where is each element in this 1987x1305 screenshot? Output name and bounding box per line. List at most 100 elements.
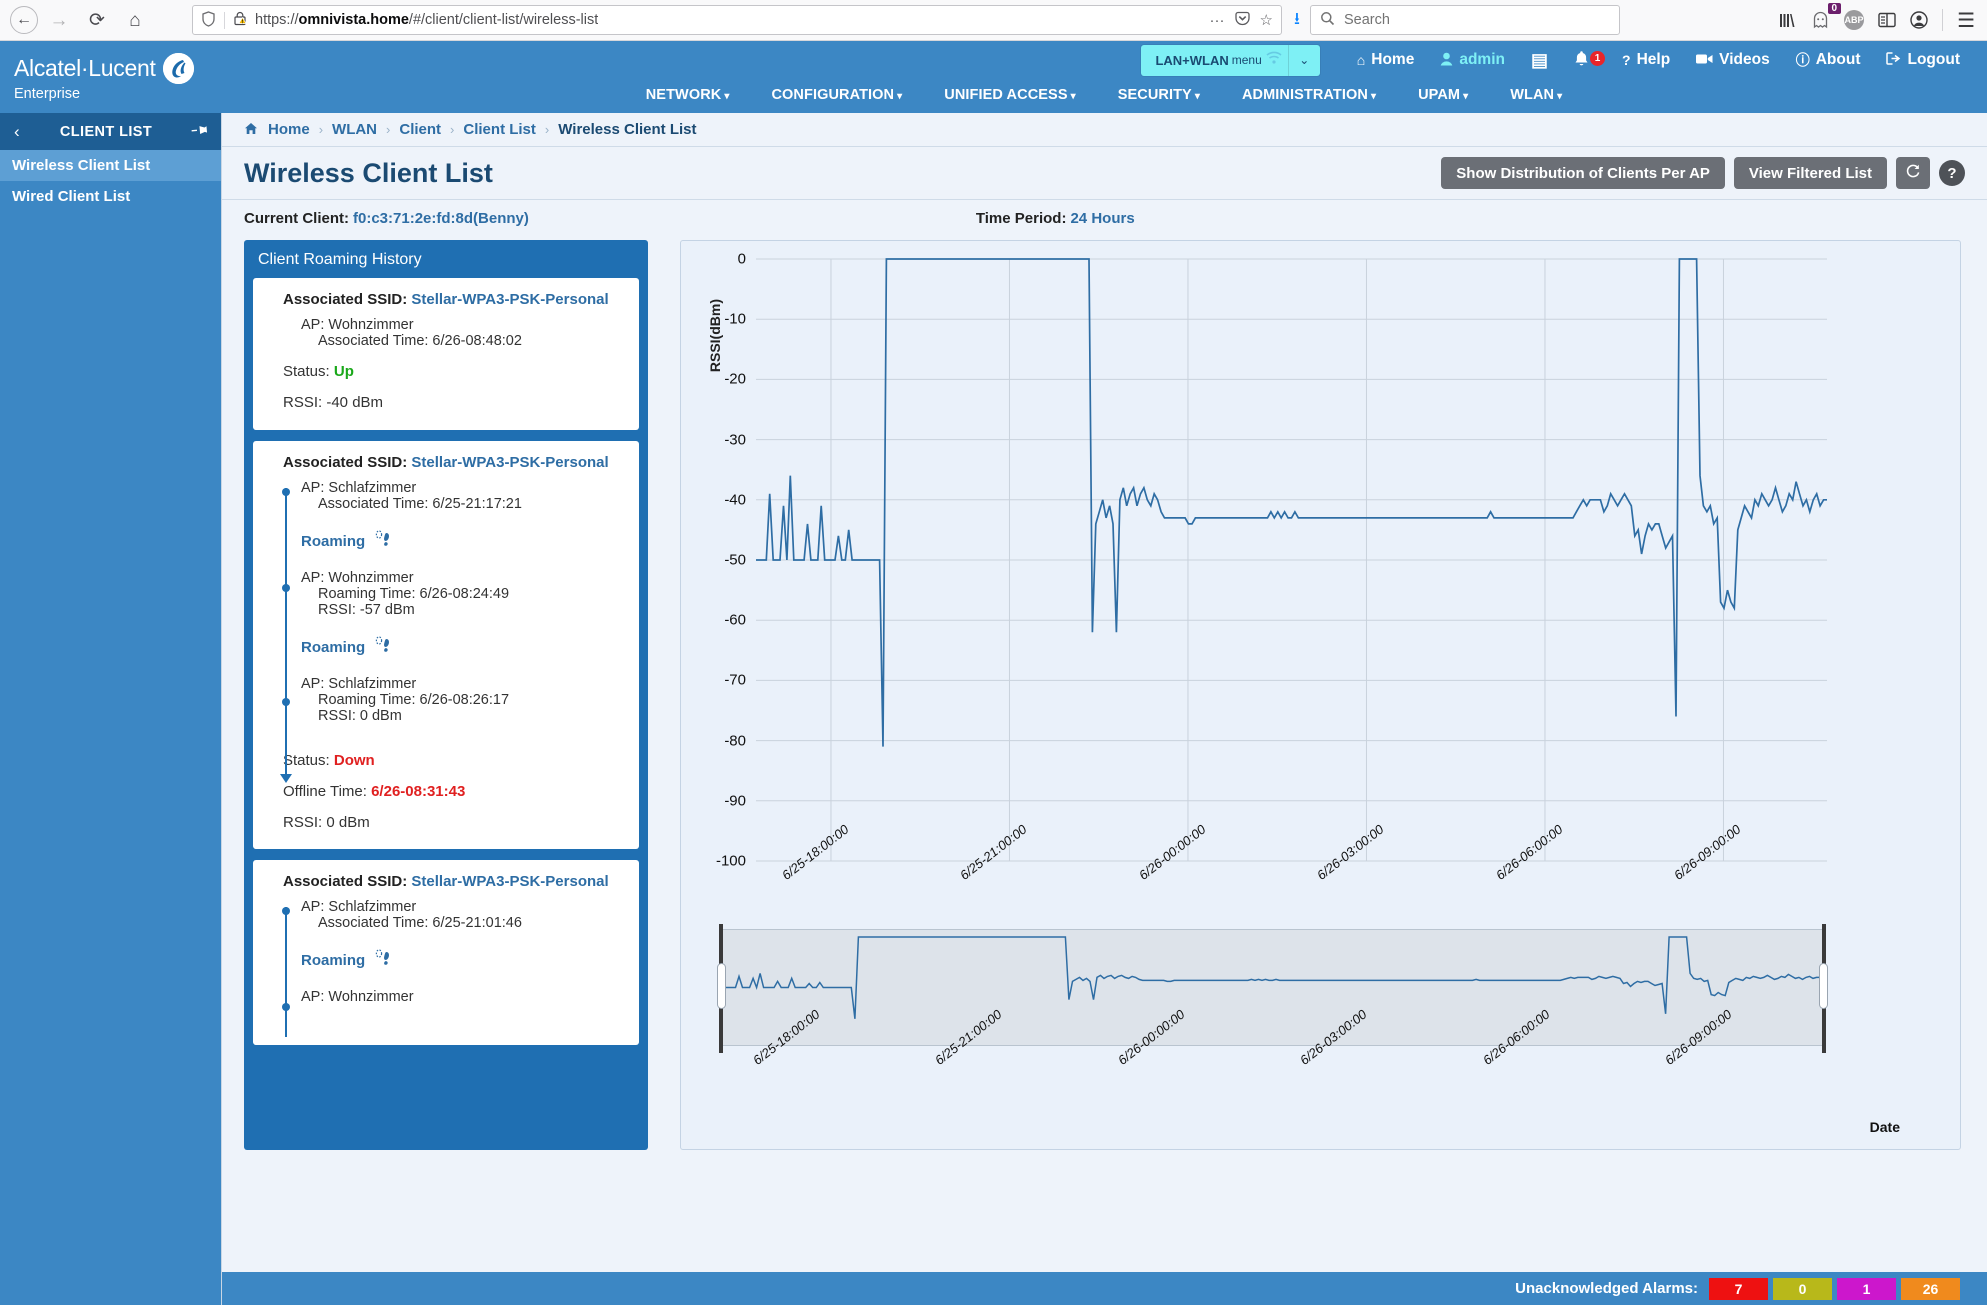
- header-link-about-label: About: [1816, 51, 1861, 69]
- brand-mark-icon: [163, 53, 194, 84]
- browser-forward-icon[interactable]: →: [42, 3, 76, 37]
- current-client-value[interactable]: f0:c3:71:2e:fd:8d(Benny): [353, 210, 529, 227]
- ssid-value[interactable]: Stellar-WPA3-PSK-Personal: [411, 291, 608, 308]
- nav-upam-label: UPAM: [1418, 87, 1460, 103]
- ssid-label: Associated SSID:: [283, 873, 407, 890]
- time-period-value[interactable]: 24 Hours: [1070, 210, 1134, 227]
- context-switcher[interactable]: LAN+WLAN menu ⌄: [1141, 45, 1319, 76]
- browser-toolbar: ← → ⟳ ⌂ https://omnivista.home/#/client/…: [0, 0, 1987, 41]
- ssid-value[interactable]: Stellar-WPA3-PSK-Personal: [411, 454, 608, 471]
- brand-logo[interactable]: Alcatel·Lucent Enterprise: [0, 41, 221, 113]
- chart-x-axis-label: Date: [1870, 1119, 1900, 1135]
- video-icon: [1696, 52, 1713, 68]
- event-ap: AP: Wohnzimmer: [301, 317, 623, 333]
- chevron-down-icon[interactable]: ⌄: [1288, 45, 1320, 76]
- card-status: Status: Down: [269, 752, 623, 769]
- header-link-logout[interactable]: Logout: [1873, 51, 1973, 69]
- context-switcher-label: LAN+WLAN: [1155, 53, 1228, 68]
- header-link-admin-label: admin: [1459, 51, 1505, 69]
- header-link-logout-label: Logout: [1907, 51, 1960, 69]
- ghost-badge: 0: [1828, 3, 1842, 14]
- url-host: omnivista.home: [299, 12, 409, 28]
- breadcrumb-client-list[interactable]: Client List: [463, 121, 536, 138]
- roaming-card: Associated SSID: Stellar-WPA3-PSK-Person…: [253, 278, 639, 430]
- header-link-help-label: Help: [1637, 51, 1671, 69]
- pocket-icon[interactable]: [1234, 10, 1251, 31]
- browser-reload-icon[interactable]: ⟳: [80, 3, 114, 37]
- downloads-icon[interactable]: ⭳: [1294, 6, 1300, 35]
- nav-upam[interactable]: UPAM▾: [1397, 87, 1489, 103]
- header-link-home-label: Home: [1371, 51, 1414, 69]
- alarm-chip-warning[interactable]: 26: [1901, 1278, 1960, 1300]
- help-button[interactable]: ?: [1939, 160, 1965, 186]
- alarm-chip-critical[interactable]: 7: [1709, 1278, 1768, 1300]
- timeline-dot: [282, 584, 290, 592]
- navigator-left-handle[interactable]: [717, 963, 726, 1009]
- roaming-event: AP: Wohnzimmer Associated Time: 6/26-08:…: [269, 317, 623, 349]
- view-filtered-list-button[interactable]: View Filtered List: [1734, 157, 1887, 189]
- roaming-transition[interactable]: Roaming: [269, 635, 623, 659]
- alarm-chip-major[interactable]: 0: [1773, 1278, 1832, 1300]
- event-time: Roaming Time: 6/26-08:26:17: [301, 692, 623, 708]
- show-distribution-button[interactable]: Show Distribution of Clients Per AP: [1441, 157, 1725, 189]
- nav-unified-access[interactable]: UNIFIED ACCESS ▾: [923, 87, 1096, 103]
- address-bar[interactable]: https://omnivista.home/#/client/client-l…: [192, 5, 1282, 35]
- bookmark-star-icon[interactable]: ☆: [1260, 11, 1273, 29]
- nav-configuration[interactable]: CONFIGURATION▾: [750, 87, 923, 103]
- home-icon: [244, 122, 258, 138]
- roaming-transition[interactable]: Roaming: [269, 948, 623, 972]
- header-link-alerts[interactable]: 1: [1561, 50, 1609, 70]
- sidebar-item-wired-client-list[interactable]: Wired Client List: [0, 181, 221, 212]
- reader-view-icon[interactable]: [1878, 12, 1896, 28]
- nav-security[interactable]: SECURITY▾: [1097, 87, 1221, 103]
- card-rssi: RSSI: -40 dBm: [269, 394, 623, 411]
- nav-network[interactable]: NETWORK▾: [625, 87, 751, 103]
- nav-unified-access-label: UNIFIED ACCESS: [944, 87, 1067, 103]
- offline-value: 6/26-08:31:43: [371, 783, 465, 800]
- list-icon: ▤: [1531, 50, 1548, 71]
- event-time: Associated Time: 6/25-21:01:46: [301, 915, 623, 931]
- account-icon[interactable]: [1910, 11, 1928, 29]
- ssid-value[interactable]: Stellar-WPA3-PSK-Personal: [411, 873, 608, 890]
- header-link-help[interactable]: ? Help: [1609, 51, 1683, 69]
- status-label: Status:: [283, 752, 330, 769]
- page-actions-icon[interactable]: ···: [1210, 12, 1225, 29]
- tracking-shield-icon[interactable]: [201, 11, 216, 30]
- roaming-card-ssid: Associated SSID: Stellar-WPA3-PSK-Person…: [269, 291, 623, 308]
- navigator-right-handle[interactable]: [1819, 963, 1828, 1009]
- insecure-lock-icon[interactable]: [233, 11, 247, 29]
- header-link-videos-label: Videos: [1719, 51, 1770, 69]
- breadcrumb-client[interactable]: Client: [399, 121, 441, 138]
- refresh-button[interactable]: [1896, 157, 1930, 189]
- roaming-cards-scroll[interactable]: Associated SSID: Stellar-WPA3-PSK-Person…: [244, 278, 648, 1150]
- nav-wlan[interactable]: WLAN▾: [1489, 87, 1583, 103]
- footprints-icon: [374, 948, 391, 972]
- hamburger-menu-icon[interactable]: ☰: [1957, 8, 1975, 33]
- app-header: Alcatel·Lucent Enterprise LAN+WLAN menu …: [0, 41, 1987, 113]
- library-icon[interactable]: [1779, 12, 1797, 29]
- chevron-down-icon: ▾: [1071, 91, 1076, 102]
- search-icon: [1320, 11, 1335, 30]
- sidebar-item-wireless-client-list[interactable]: Wireless Client List: [0, 150, 221, 181]
- nav-configuration-label: CONFIGURATION: [771, 87, 894, 103]
- timeline-dot: [282, 488, 290, 496]
- header-link-about[interactable]: ⓘ About: [1783, 50, 1874, 70]
- roaming-panel-title: Client Roaming History: [244, 240, 648, 278]
- header-link-videos[interactable]: Videos: [1683, 51, 1783, 69]
- alarm-chip-minor[interactable]: 1: [1837, 1278, 1896, 1300]
- header-link-home[interactable]: ⌂ Home: [1344, 51, 1428, 69]
- search-bar[interactable]: Search: [1310, 5, 1620, 35]
- header-link-list[interactable]: ▤: [1518, 50, 1561, 71]
- adblock-icon[interactable]: ABP: [1844, 10, 1864, 30]
- chevron-down-icon: ▾: [1371, 91, 1376, 102]
- event-rssi: RSSI: -57 dBm: [301, 602, 623, 618]
- browser-back-icon[interactable]: ←: [10, 6, 38, 34]
- breadcrumb-home[interactable]: Home: [268, 121, 310, 138]
- roaming-transition[interactable]: Roaming: [269, 529, 623, 553]
- nav-administration[interactable]: ADMINISTRATION▾: [1221, 87, 1397, 103]
- breadcrumb-wlan[interactable]: WLAN: [332, 121, 377, 138]
- header-link-admin[interactable]: admin: [1427, 51, 1518, 69]
- browser-home-icon[interactable]: ⌂: [118, 3, 152, 37]
- ghost-privacy-icon[interactable]: 0: [1811, 11, 1830, 30]
- logout-icon: [1886, 52, 1901, 68]
